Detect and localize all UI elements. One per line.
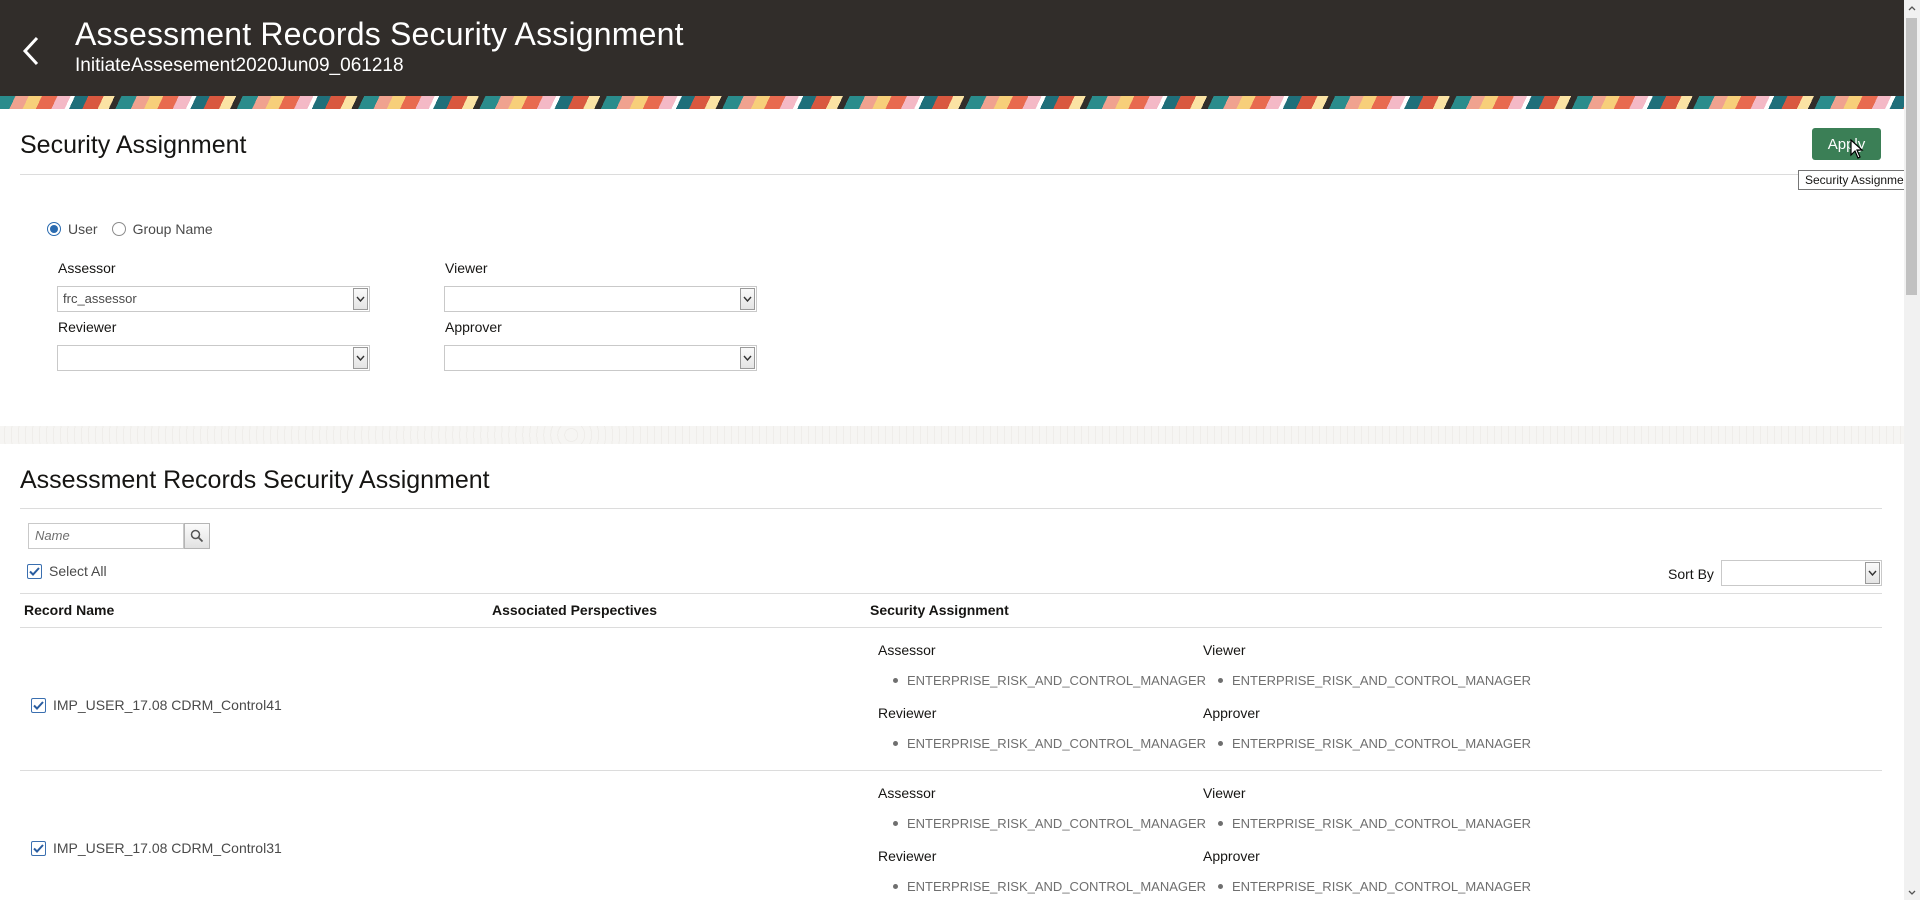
approver-label: Approver — [445, 319, 502, 335]
reviewer-role-value: ENTERPRISE_RISK_AND_CONTROL_MANAGER — [893, 736, 1206, 751]
divider — [20, 174, 1882, 175]
approver-role-value: ENTERPRISE_RISK_AND_CONTROL_MANAGER — [1218, 736, 1531, 751]
sort-by-label: Sort By — [1668, 566, 1714, 582]
checkbox-checked-icon — [33, 700, 44, 710]
decorative-banner — [0, 96, 1904, 109]
bullet-icon — [893, 884, 898, 889]
assessor-role-value: ENTERPRISE_RISK_AND_CONTROL_MANAGER — [893, 816, 1206, 831]
select-all[interactable]: Select All — [27, 563, 107, 579]
table-header-border — [20, 627, 1882, 628]
bullet-icon — [1218, 884, 1223, 889]
bullet-icon — [893, 821, 898, 826]
approver-role-text: ENTERPRISE_RISK_AND_CONTROL_MANAGER — [1232, 879, 1532, 894]
sort-by-select[interactable] — [1721, 560, 1882, 586]
viewer-role-text: ENTERPRISE_RISK_AND_CONTROL_MANAGER — [1232, 816, 1532, 831]
page-title: Assessment Records Security Assignment — [75, 16, 684, 52]
search-button[interactable] — [184, 523, 210, 549]
bullet-icon — [893, 741, 898, 746]
assessor-role-text: ENTERPRISE_RISK_AND_CONTROL_MANAGER — [907, 673, 1207, 688]
security-assignment-title: Security Assignment — [20, 131, 247, 159]
section-separator-pattern — [0, 426, 1904, 444]
reviewer-role-label: Reviewer — [878, 705, 937, 721]
assessor-role-label: Assessor — [878, 785, 936, 801]
bullet-icon — [893, 678, 898, 683]
reviewer-role-text: ENTERPRISE_RISK_AND_CONTROL_MANAGER — [907, 879, 1207, 894]
viewer-label: Viewer — [445, 260, 488, 276]
assessor-select-value: frc_assessor — [63, 291, 137, 306]
column-header-security-assignment[interactable]: Security Assignment — [870, 602, 1009, 618]
assessor-role-label: Assessor — [878, 642, 936, 658]
radio-user[interactable] — [47, 222, 61, 236]
reviewer-label: Reviewer — [58, 319, 117, 335]
scroll-up-icon[interactable] — [1904, 0, 1920, 16]
app-header: Assessment Records Security Assignment I… — [0, 0, 1904, 96]
checkbox-checked-icon — [29, 566, 40, 576]
approver-select[interactable] — [444, 345, 757, 371]
column-header-associated-perspectives[interactable]: Associated Perspectives — [492, 602, 657, 618]
apply-button[interactable]: Apply — [1812, 128, 1881, 160]
scroll-down-icon[interactable] — [1904, 884, 1920, 900]
mouse-cursor-icon — [1850, 139, 1864, 159]
checkbox-checked-icon — [33, 843, 44, 853]
viewer-role-value: ENTERPRISE_RISK_AND_CONTROL_MANAGER — [1218, 673, 1531, 688]
chevron-down-icon[interactable] — [740, 288, 755, 310]
chevron-down-icon[interactable] — [353, 347, 368, 369]
viewer-role-text: ENTERPRISE_RISK_AND_CONTROL_MANAGER — [1232, 673, 1532, 688]
security-assignment-panel — [0, 109, 1904, 426]
back-button[interactable] — [14, 30, 48, 72]
assessor-role-text: ENTERPRISE_RISK_AND_CONTROL_MANAGER — [907, 816, 1207, 831]
reviewer-role-value: ENTERPRISE_RISK_AND_CONTROL_MANAGER — [893, 879, 1206, 894]
search-input[interactable]: Name — [28, 523, 184, 549]
radio-user-label: User — [68, 221, 98, 237]
reviewer-select[interactable] — [57, 345, 370, 371]
row-checkbox[interactable] — [31, 840, 46, 856]
row-divider — [20, 770, 1882, 771]
bullet-icon — [1218, 821, 1223, 826]
assessor-select[interactable]: frc_assessor — [57, 286, 370, 312]
select-all-checkbox[interactable] — [27, 563, 42, 579]
record-name-cell: IMP_USER_17.08 CDRM_Control31 — [31, 840, 282, 856]
chevron-down-icon[interactable] — [740, 347, 755, 369]
radio-group-name-label: Group Name — [132, 221, 213, 237]
bullet-icon — [1218, 741, 1223, 746]
column-header-record-name[interactable]: Record Name — [24, 602, 114, 618]
chevron-down-icon[interactable] — [353, 288, 368, 310]
viewer-role-label: Viewer — [1203, 642, 1246, 658]
select-all-label: Select All — [49, 563, 107, 579]
reviewer-role-text: ENTERPRISE_RISK_AND_CONTROL_MANAGER — [907, 736, 1207, 751]
row-checkbox[interactable] — [31, 697, 46, 713]
assessor-role-value: ENTERPRISE_RISK_AND_CONTROL_MANAGER — [893, 673, 1206, 688]
scrollbar-thumb[interactable] — [1906, 18, 1917, 295]
apply-tooltip: Security Assignment — [1798, 170, 1920, 190]
records-title: Assessment Records Security Assignment — [20, 466, 490, 494]
radio-group-name[interactable] — [111, 222, 126, 236]
viewer-role-label: Viewer — [1203, 785, 1246, 801]
record-name: IMP_USER_17.08 CDRM_Control31 — [53, 840, 282, 856]
viewer-role-value: ENTERPRISE_RISK_AND_CONTROL_MANAGER — [1218, 816, 1531, 831]
approver-role-label: Approver — [1203, 848, 1260, 864]
records-panel — [0, 444, 1904, 900]
back-arrow-icon — [22, 36, 39, 66]
divider — [20, 508, 1882, 509]
table-top-border — [20, 593, 1882, 594]
page-subtitle: InitiateAssesement2020Jun09_061218 — [75, 55, 404, 76]
reviewer-role-label: Reviewer — [878, 848, 937, 864]
bullet-icon — [1218, 678, 1223, 683]
approver-role-text: ENTERPRISE_RISK_AND_CONTROL_MANAGER — [1232, 736, 1532, 751]
assessor-label: Assessor — [58, 260, 116, 276]
assignment-type-radio-group: User Group Name — [47, 221, 227, 237]
chevron-down-icon[interactable] — [1865, 562, 1880, 584]
record-name-cell: IMP_USER_17.08 CDRM_Control41 — [31, 697, 282, 713]
search-placeholder: Name — [35, 528, 70, 543]
search-icon — [190, 529, 204, 543]
approver-role-value: ENTERPRISE_RISK_AND_CONTROL_MANAGER — [1218, 879, 1531, 894]
approver-role-label: Approver — [1203, 705, 1260, 721]
record-name: IMP_USER_17.08 CDRM_Control41 — [53, 697, 282, 713]
viewer-select[interactable] — [444, 286, 757, 312]
